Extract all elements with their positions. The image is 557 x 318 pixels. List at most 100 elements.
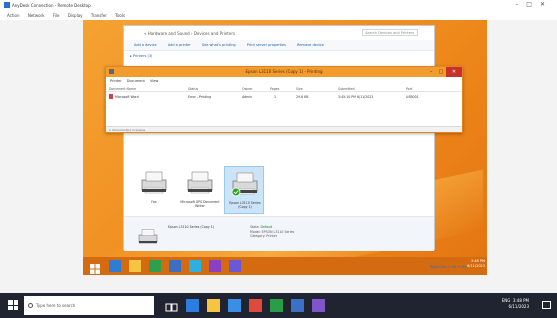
close-button[interactable]: ✕: [446, 67, 462, 77]
model-value: EPSON L3110 Series: [261, 229, 295, 234]
queue-window-controls: – □ ✕: [426, 67, 462, 77]
cell-document-name: Microsoft Word: [115, 95, 139, 99]
queue-title: Epson L3110 Series (Copy 1) - Printing: [245, 69, 323, 74]
menu-file[interactable]: File: [53, 13, 60, 18]
minimize-button[interactable]: –: [515, 1, 526, 8]
notification-icon[interactable]: [542, 301, 551, 309]
col-size[interactable]: Size: [296, 87, 303, 91]
add-printer-button[interactable]: Add a printer: [168, 43, 191, 47]
menu-network[interactable]: Network: [28, 13, 45, 18]
devices-printers-window: « Hardware and Sound › Devices and Print…: [123, 25, 435, 251]
close-button[interactable]: ✕: [540, 1, 553, 8]
anydesk-icon[interactable]: [249, 299, 262, 312]
app-icon: [4, 2, 10, 8]
store-icon[interactable]: [149, 260, 161, 272]
menu-transfer[interactable]: Transfer: [91, 13, 107, 18]
details-pane: Epson L3110 Series (Copy 1) State: Defau…: [124, 216, 434, 251]
word-icon[interactable]: [169, 260, 181, 272]
printer-icon: [109, 69, 114, 74]
settings-icon[interactable]: [189, 260, 201, 272]
edge-icon[interactable]: [186, 299, 199, 312]
print-server-button[interactable]: Print server properties: [247, 43, 286, 47]
task-view-icon[interactable]: [165, 299, 178, 312]
state-label: State:: [250, 225, 260, 229]
table-row[interactable]: Microsoft Word Error - Printing Admin 1 …: [106, 93, 462, 100]
default-check-icon: [231, 187, 241, 197]
col-pages[interactable]: Pages: [270, 87, 279, 91]
printer-xps[interactable]: Microsoft XPS Document Writer: [180, 166, 220, 214]
search-icon: [28, 303, 33, 308]
queue-status-bar: 1 document(s) in queue: [106, 126, 462, 132]
col-owner[interactable]: Owner: [242, 87, 252, 91]
printer-epson[interactable]: Epson L3110 Series (Copy 1): [224, 166, 264, 214]
search-placeholder: Type here to search: [36, 303, 76, 308]
menu-display[interactable]: Display: [68, 13, 83, 18]
viewer-menubar: Action Network File Display Transfer Too…: [0, 11, 557, 20]
menu-printer[interactable]: Printer: [110, 79, 122, 83]
col-submitted[interactable]: Submitted: [338, 87, 355, 91]
document-icon: [109, 94, 113, 99]
details-printer-name: Epson L3110 Series (Copy 1): [168, 225, 215, 229]
menu-view[interactable]: View: [150, 79, 158, 83]
maximize-button[interactable]: □: [526, 1, 540, 8]
window-controls[interactable]: –□✕: [515, 1, 553, 8]
cell-pages: 1: [274, 95, 277, 99]
app-icon[interactable]: [312, 299, 325, 312]
col-document-name[interactable]: Document Name: [109, 87, 136, 91]
printer-icon: [141, 171, 167, 194]
word-icon[interactable]: [291, 299, 304, 312]
queue-titlebar: Epson L3110 Series (Copy 1) - Printing –…: [106, 67, 462, 77]
viewer-hint[interactable]: Right Ctrl + Alt + Del: [430, 265, 467, 269]
col-port[interactable]: Port: [406, 87, 412, 91]
screen: AnyDesk Connection - Remote Desktop –□✕ …: [0, 0, 557, 318]
cell-size: 29.6 KB: [296, 95, 309, 99]
address-bar: « Hardware and Sound › Devices and Print…: [124, 26, 434, 40]
system-clock[interactable]: ENG 3:48 PM 6/11/2023: [502, 298, 529, 310]
remove-device-button[interactable]: Remove device: [297, 43, 324, 47]
remote-taskbar: 3:48 PM 6/11/2023: [83, 257, 487, 275]
store-icon[interactable]: [228, 299, 241, 312]
printers-section-link[interactable]: ▸ Printers (3): [130, 54, 152, 58]
breadcrumb[interactable]: « Hardware and Sound › Devices and Print…: [144, 31, 235, 36]
remote-desktop[interactable]: « Hardware and Sound › Devices and Print…: [83, 20, 487, 275]
menu-tools[interactable]: Tools: [115, 13, 125, 18]
language-indicator[interactable]: ENG: [502, 298, 511, 303]
menu-action[interactable]: Action: [7, 13, 20, 18]
viewer-titlebar: AnyDesk Connection - Remote Desktop –□✕: [0, 0, 557, 11]
queue-menubar: Printer Document View: [106, 77, 462, 85]
printer-label: Microsoft XPS Document Writer: [180, 200, 220, 208]
menu-document[interactable]: Document: [127, 79, 145, 83]
cell-submitted: 3:45:10 PM 6/11/2023: [338, 95, 374, 99]
state-value: Default: [260, 225, 273, 229]
see-printing-button[interactable]: See what's printing: [202, 43, 236, 47]
model-label: Model:: [250, 229, 261, 234]
details-info: State: Default Model: EPSON L3110 Series…: [250, 225, 294, 239]
cell-status: Error - Printing: [188, 95, 212, 99]
category-label: Category:: [250, 234, 266, 238]
cell-port: USB001: [406, 95, 419, 99]
ie-icon[interactable]: [109, 260, 121, 272]
col-status[interactable]: Status: [188, 87, 198, 91]
printer-app-icon[interactable]: [229, 260, 241, 272]
clock-time: 3:48 PM: [512, 298, 529, 303]
search-input[interactable]: Search Devices and Printers: [362, 29, 418, 36]
remote-start-icon[interactable]: [89, 260, 101, 274]
cell-owner: Admin: [242, 95, 253, 99]
add-device-button[interactable]: Add a device: [134, 43, 157, 47]
file-explorer-icon[interactable]: [207, 299, 220, 312]
remote-clock[interactable]: 3:48 PM 6/11/2023: [467, 259, 485, 268]
chrome-icon[interactable]: [270, 299, 283, 312]
printer-label: Fax: [151, 200, 157, 204]
start-button[interactable]: [8, 300, 18, 310]
selected-printer-icon: [138, 229, 158, 244]
app-icon[interactable]: [209, 260, 221, 272]
left-margin: [0, 20, 83, 275]
minimize-button[interactable]: –: [426, 67, 436, 77]
taskbar-search-input[interactable]: Type here to search: [24, 296, 154, 315]
maximize-button[interactable]: □: [436, 67, 446, 77]
host-taskbar: Type here to search ENG 3:48 PM 6/11/202…: [0, 293, 557, 318]
printer-label: Epson L3110 Series (Copy 1): [229, 201, 261, 209]
printer-fax[interactable]: Fax: [134, 166, 174, 214]
right-margin: [487, 20, 557, 275]
folder-icon[interactable]: [129, 260, 141, 272]
